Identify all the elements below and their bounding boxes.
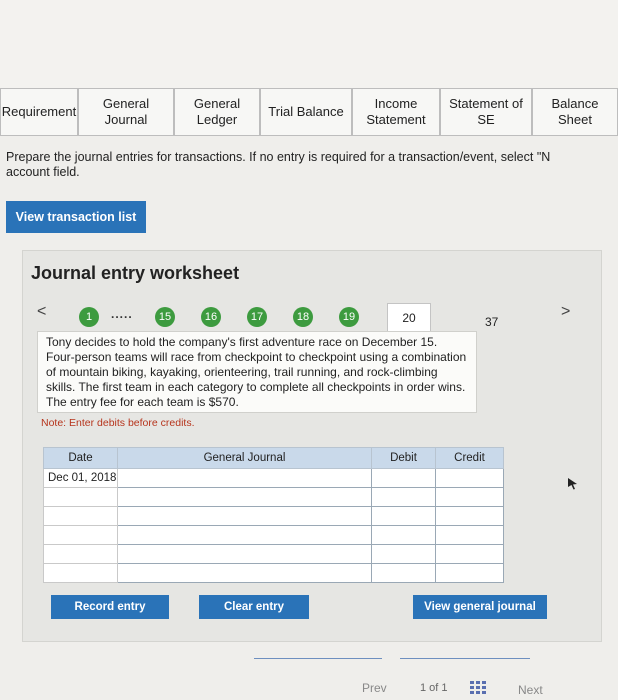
tab-income-statement[interactable]: Income Statement (352, 88, 440, 136)
mouse-cursor-icon (568, 478, 577, 490)
debit-input[interactable] (371, 544, 436, 564)
debit-input[interactable] (371, 506, 436, 526)
credit-input[interactable] (435, 506, 504, 526)
tab-statement-of-se[interactable]: Statement of SE (440, 88, 532, 136)
general-journal-header: General Journal (117, 447, 372, 469)
date-cell (43, 506, 118, 526)
step-16[interactable]: 16 (201, 307, 221, 327)
debit-input[interactable] (371, 487, 436, 507)
date-cell (43, 544, 118, 564)
journal-entry-table: Date General Journal Debit Credit Dec 01… (43, 447, 504, 583)
table-row: Dec 01, 2018 (43, 468, 504, 488)
instructions-line-1: Prepare the journal entries for transact… (6, 150, 551, 164)
debit-input[interactable] (371, 563, 436, 583)
account-input[interactable] (117, 525, 372, 545)
credit-input[interactable] (435, 525, 504, 545)
table-row (43, 506, 504, 526)
journal-entry-worksheet-panel: Journal entry worksheet < 1 ..... 15 16 … (22, 250, 602, 642)
date-header: Date (43, 447, 118, 469)
next-button[interactable]: Next (518, 683, 543, 697)
table-row (43, 563, 504, 583)
top-blank-area (0, 0, 618, 88)
table-row (43, 487, 504, 507)
debit-input[interactable] (371, 525, 436, 545)
view-general-journal-button[interactable]: View general journal (413, 595, 547, 619)
account-input[interactable] (117, 563, 372, 583)
date-cell (43, 525, 118, 545)
step-1[interactable]: 1 (79, 307, 99, 327)
debit-input[interactable] (371, 468, 436, 488)
step-20-current[interactable]: 20 (387, 303, 431, 331)
credit-input[interactable] (435, 487, 504, 507)
account-input[interactable] (117, 544, 372, 564)
step-17[interactable]: 17 (247, 307, 267, 327)
date-cell (43, 563, 118, 583)
worksheet-title: Journal entry worksheet (31, 263, 240, 283)
step-ellipsis: ..... (111, 307, 133, 321)
clear-entry-button[interactable]: Clear entry (199, 595, 309, 619)
credit-input[interactable] (435, 468, 504, 488)
next-arrow-icon[interactable]: > (561, 303, 570, 321)
divider-line (254, 658, 382, 659)
step-18[interactable]: 18 (293, 307, 313, 327)
page-indicator: 1 of 1 (420, 682, 448, 694)
table-row (43, 544, 504, 564)
tab-trial-balance[interactable]: Trial Balance (260, 88, 352, 136)
tab-general-ledger[interactable]: General Ledger (174, 88, 260, 136)
credit-input[interactable] (435, 544, 504, 564)
account-input[interactable] (117, 468, 372, 488)
account-input[interactable] (117, 506, 372, 526)
date-cell (43, 487, 118, 507)
tab-requirement[interactable]: Requirement (0, 88, 78, 136)
tab-balance-sheet[interactable]: Balance Sheet (532, 88, 618, 136)
instructions: Prepare the journal entries for transact… (6, 150, 618, 180)
date-cell: Dec 01, 2018 (43, 468, 118, 488)
step-19[interactable]: 19 (339, 307, 359, 327)
transaction-description: Tony decides to hold the company's first… (37, 331, 477, 413)
grid-icon[interactable] (470, 681, 486, 695)
step-37[interactable]: 37 (485, 315, 498, 329)
record-entry-button[interactable]: Record entry (51, 595, 169, 619)
table-row (43, 525, 504, 545)
account-input[interactable] (117, 487, 372, 507)
view-transaction-list-button[interactable]: View transaction list (6, 201, 146, 233)
prev-arrow-icon[interactable]: < (37, 303, 46, 321)
divider-line (400, 658, 530, 659)
tab-bar: Requirement General Journal General Ledg… (0, 88, 618, 140)
credit-header: Credit (435, 447, 504, 469)
tab-general-journal[interactable]: General Journal (78, 88, 174, 136)
debits-credits-note: Note: Enter debits before credits. (41, 417, 195, 429)
step-15[interactable]: 15 (155, 307, 175, 327)
credit-input[interactable] (435, 563, 504, 583)
prev-button[interactable]: Prev (362, 681, 387, 695)
instructions-line-2: account field. (6, 165, 80, 179)
debit-header: Debit (371, 447, 436, 469)
